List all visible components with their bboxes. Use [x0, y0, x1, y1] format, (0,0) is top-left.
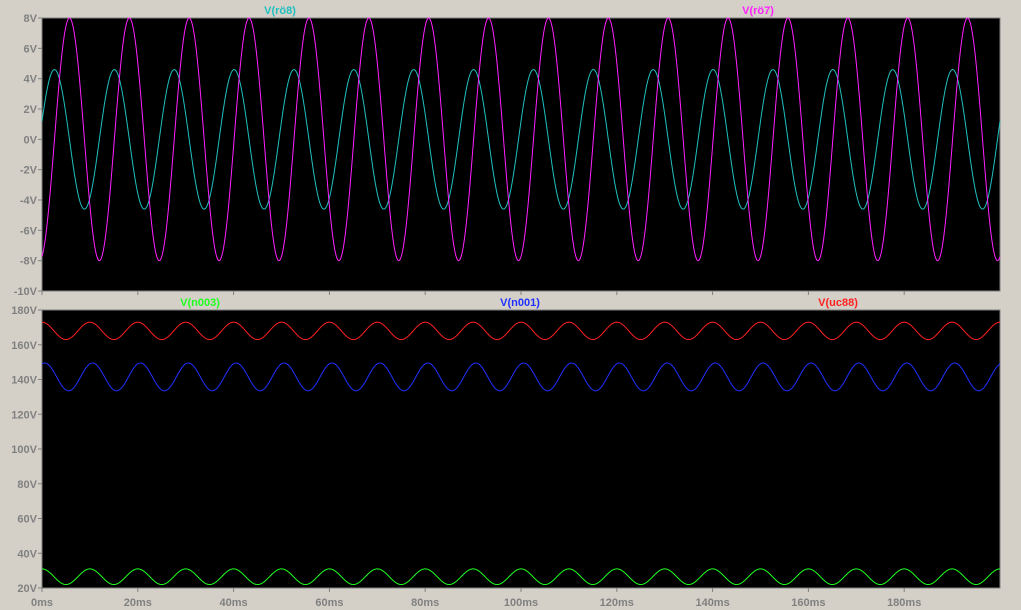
y-tick-label: -2V [20, 165, 38, 177]
y-tick-label: -10V [14, 286, 38, 298]
x-tick-label: 100ms [504, 597, 538, 609]
trace-label[interactable]: V(uc88) [818, 297, 858, 309]
waveform-viewer: 8V 6V 4V 2V 0V -2V -4V -6V -8V -10V V(rö8) V(rö7) 1… [11, 5, 1001, 609]
y-tick-label: 100V [11, 444, 37, 456]
y-tick-label: 0V [24, 134, 38, 146]
x-tick-label: 120ms [600, 597, 634, 609]
plot-area[interactable] [41, 309, 1001, 589]
trace-label[interactable]: V(rö8) [264, 5, 296, 17]
x-tick-label: 40ms [220, 597, 248, 609]
y-tick-label: 40V [17, 548, 37, 560]
y-tick-label: 140V [11, 375, 37, 387]
y-tick-label: 180V [11, 305, 37, 317]
y-tick-label: 4V [24, 74, 38, 86]
y-tick-label: 6V [24, 43, 38, 55]
y-tick-label: 60V [17, 514, 37, 526]
trace-label[interactable]: V(n003) [180, 297, 220, 309]
y-tick-label: -6V [20, 225, 38, 237]
x-tick-label: 20ms [124, 597, 152, 609]
y-tick-label: 2V [24, 104, 38, 116]
y-tick-label: 8V [24, 13, 38, 25]
x-tick-label: 160ms [791, 597, 825, 609]
y-tick-label: 20V [17, 583, 37, 595]
x-tick-label: 180ms [887, 597, 921, 609]
x-tick-label: 60ms [315, 597, 343, 609]
y-tick-label: 160V [11, 340, 37, 352]
trace-label[interactable]: V(rö7) [742, 5, 774, 17]
x-tick-label: 140ms [695, 597, 729, 609]
x-tick-label: 0ms [31, 597, 53, 609]
x-tick-label: 80ms [411, 597, 439, 609]
trace-label[interactable]: V(n001) [500, 297, 540, 309]
voltage-pane-top[interactable]: 8V 6V 4V 2V 0V -2V -4V -6V -8V -10V V(rö8) V(rö7) [14, 5, 1001, 298]
y-tick-label: -8V [20, 256, 38, 268]
y-tick-label: -4V [20, 195, 38, 207]
y-tick-label: 80V [17, 479, 37, 491]
voltage-pane-bottom[interactable]: 180V 160V 140V 120V 100V 80V 60V 40V 20V 0ms 20ms 4… [11, 297, 1001, 609]
y-tick-label: 120V [11, 409, 37, 421]
